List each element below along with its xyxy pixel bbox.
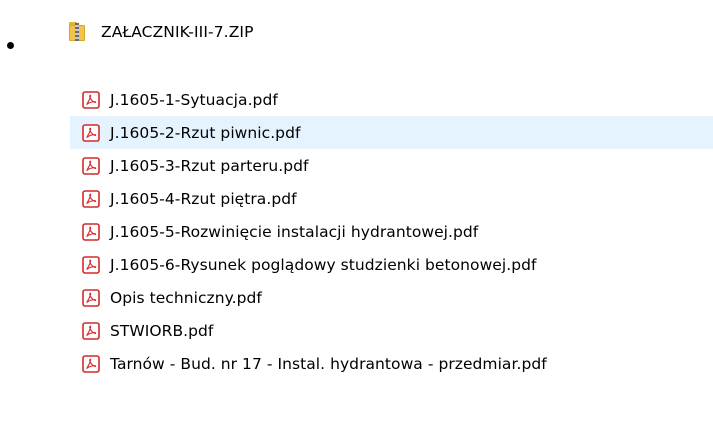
pdf-icon	[82, 222, 100, 241]
pdf-icon	[82, 123, 100, 142]
file-name: STWIORB.pdf	[110, 321, 214, 340]
pdf-icon	[82, 255, 100, 274]
pdf-icon	[82, 354, 100, 373]
file-item[interactable]: Opis techniczny.pdf	[70, 281, 713, 314]
file-name: J.1605-3-Rzut parteru.pdf	[110, 156, 309, 175]
list-bullet	[7, 42, 14, 49]
archive-item[interactable]: ZAŁACZNIK-III-7.ZIP	[69, 14, 254, 50]
file-item[interactable]: J.1605-5-Rozwinięcie instalacji hydranto…	[70, 215, 713, 248]
pdf-icon	[82, 288, 100, 307]
zip-folder-icon	[69, 21, 85, 43]
file-listing-page: ZAŁACZNIK-III-7.ZIP J.1605-1-Sytuacja.pd…	[0, 0, 713, 444]
file-item[interactable]: J.1605-2-Rzut piwnic.pdf	[70, 116, 713, 149]
file-item[interactable]: J.1605-3-Rzut parteru.pdf	[70, 149, 713, 182]
pdf-icon	[82, 90, 100, 109]
file-item[interactable]: Tarnów - Bud. nr 17 - Instal. hydrantowa…	[70, 347, 713, 380]
file-name: J.1605-1-Sytuacja.pdf	[110, 90, 278, 109]
file-name: J.1605-4-Rzut piętra.pdf	[110, 189, 297, 208]
file-list: J.1605-1-Sytuacja.pdf J.1605-2-Rzut piwn…	[70, 83, 713, 380]
pdf-icon	[82, 156, 100, 175]
file-name: J.1605-5-Rozwinięcie instalacji hydranto…	[110, 222, 479, 241]
file-item[interactable]: STWIORB.pdf	[70, 314, 713, 347]
file-name: J.1605-2-Rzut piwnic.pdf	[110, 123, 301, 142]
file-item[interactable]: J.1605-6-Rysunek poglądowy studzienki be…	[70, 248, 713, 281]
file-item[interactable]: J.1605-4-Rzut piętra.pdf	[70, 182, 713, 215]
file-name: Opis techniczny.pdf	[110, 288, 262, 307]
pdf-icon	[82, 321, 100, 340]
file-item[interactable]: J.1605-1-Sytuacja.pdf	[70, 83, 713, 116]
file-name: Tarnów - Bud. nr 17 - Instal. hydrantowa…	[110, 354, 547, 373]
file-name: J.1605-6-Rysunek poglądowy studzienki be…	[110, 255, 537, 274]
pdf-icon	[82, 189, 100, 208]
archive-name: ZAŁACZNIK-III-7.ZIP	[101, 23, 254, 41]
